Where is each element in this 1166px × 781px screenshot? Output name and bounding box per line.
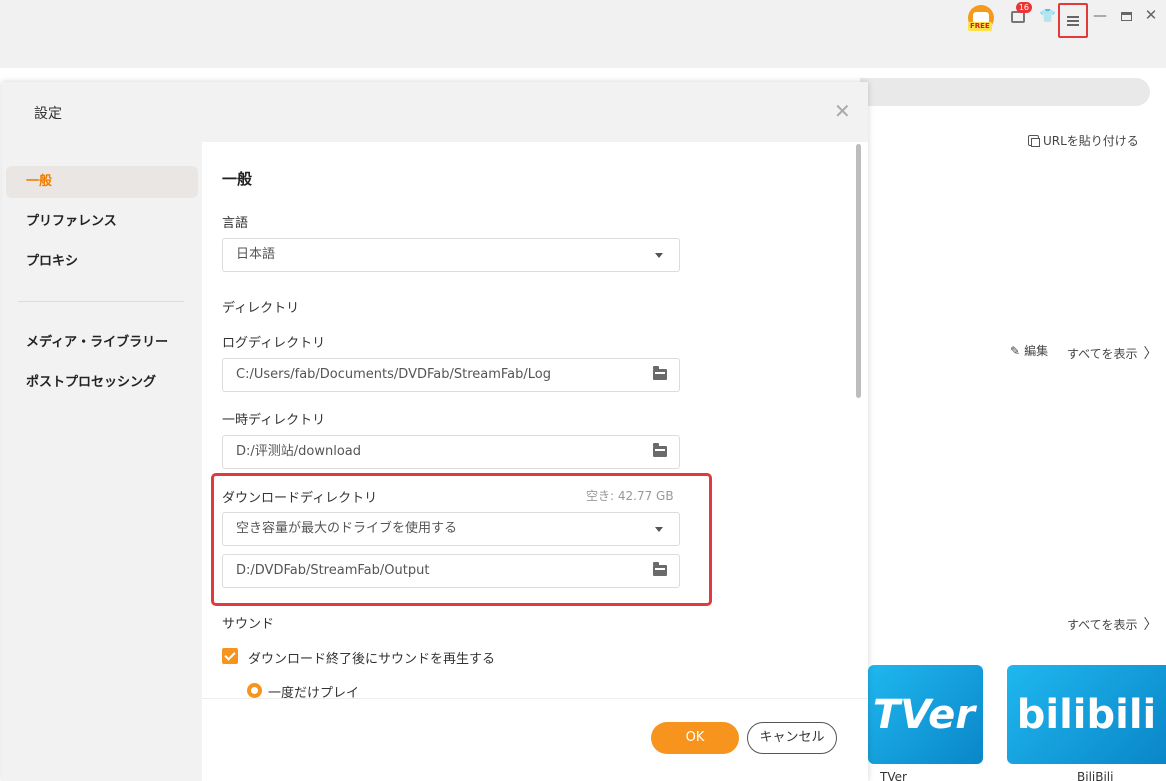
sound-checkbox[interactable] [222, 648, 238, 664]
settings-sidebar: 一般 プリファレンス プロキシ メディア・ライブラリー ポストプロセッシング [2, 142, 202, 781]
ok-button[interactable]: OK [651, 722, 739, 754]
bilibili-card[interactable]: bilibili [1007, 665, 1166, 764]
language-label: 言語 [222, 216, 249, 231]
close-icon[interactable]: ✕ [1142, 4, 1160, 26]
log-directory-value: C:/Users/fab/Documents/DVDFab/StreamFab/… [236, 367, 552, 382]
bilibili-card-label: BiliBili [1077, 770, 1114, 781]
directory-heading: ディレクトリ [222, 301, 300, 316]
cancel-button[interactable]: キャンセル [747, 722, 837, 754]
sound-heading: サウンド [222, 617, 275, 632]
dialog-header: 設定 ✕ [2, 82, 868, 142]
free-label: FREE [968, 22, 992, 31]
show-all-label: すべてを表示 [1067, 347, 1138, 361]
edit-label: 編集 [1024, 344, 1049, 358]
copy-icon [1028, 135, 1040, 147]
show-all-link-2[interactable]: すべてを表示〉 [1067, 614, 1157, 634]
dialog-close-icon[interactable]: ✕ [834, 100, 852, 122]
free-space-text: 空き: 42.77 GB [586, 489, 674, 503]
language-value: 日本語 [236, 247, 276, 262]
edit-button[interactable]: ✎ 編集 [1010, 342, 1048, 359]
log-directory-label: ログディレクトリ [222, 336, 326, 351]
bilibili-logo: bilibili [1016, 691, 1157, 738]
download-drive-value: 空き容量が最大のドライブを使用する [236, 521, 458, 536]
sound-checkbox-label: ダウンロード終了後にサウンドを再生する [248, 652, 496, 667]
settings-dialog: 設定 ✕ 一般 プリファレンス プロキシ メディア・ライブラリー ポストプロセッ… [2, 82, 868, 781]
general-heading: 一般 [222, 170, 253, 188]
tver-card[interactable]: TVer [868, 665, 983, 764]
language-select[interactable]: 日本語 [222, 238, 680, 272]
title-bar: FREE 16 👕 — ✕ [0, 0, 1166, 68]
sidebar-item-media-library[interactable]: メディア・ライブラリー [6, 327, 198, 359]
folder-icon[interactable] [653, 562, 667, 576]
temp-directory-field[interactable]: D:/评测站/download [222, 435, 680, 469]
sidebar-item-proxy[interactable]: プロキシ [6, 246, 198, 278]
download-drive-select[interactable]: 空き容量が最大のドライブを使用する [222, 512, 680, 546]
dropdown-arrow-icon [655, 527, 663, 532]
menu-icon[interactable] [1058, 3, 1088, 38]
minimize-icon[interactable]: — [1092, 6, 1108, 26]
folder-icon[interactable] [653, 366, 667, 380]
tver-logo: TVer [872, 691, 975, 738]
dropdown-arrow-icon [655, 253, 663, 258]
chevron-right-icon: 〉 [1143, 617, 1158, 633]
temp-directory-label: 一時ディレクトリ [222, 413, 326, 428]
sidebar-item-preferences[interactable]: プリファレンス [6, 206, 198, 238]
paste-url-button[interactable]: URLを貼り付ける [1028, 132, 1139, 149]
tver-card-label: TVer [880, 770, 907, 781]
log-directory-field[interactable]: C:/Users/fab/Documents/DVDFab/StreamFab/… [222, 358, 680, 392]
background-search-bar[interactable] [860, 78, 1150, 106]
chevron-right-icon: 〉 [1143, 346, 1158, 362]
gift-count-badge: 16 [1015, 2, 1032, 13]
sidebar-item-post-processing[interactable]: ポストプロセッシング [6, 367, 198, 399]
folder-icon[interactable] [653, 443, 667, 457]
maximize-icon[interactable] [1118, 6, 1134, 26]
play-once-radio[interactable] [247, 683, 262, 698]
download-directory-field[interactable]: D:/DVDFab/StreamFab/Output [222, 554, 680, 588]
content-scrollbar[interactable] [856, 144, 861, 398]
temp-directory-value: D:/评测站/download [236, 444, 362, 459]
free-badge-icon[interactable]: FREE [966, 4, 996, 32]
dialog-title: 設定 [34, 106, 62, 122]
download-directory-value: D:/DVDFab/StreamFab/Output [236, 563, 430, 578]
tshirt-icon[interactable]: 👕 [1038, 6, 1058, 26]
sidebar-item-general[interactable]: 一般 [6, 166, 198, 198]
download-directory-label: ダウンロードディレクトリ [222, 491, 378, 506]
show-all-label: すべてを表示 [1067, 618, 1138, 632]
show-all-link-1[interactable]: すべてを表示〉 [1067, 343, 1157, 363]
paste-url-label: URLを貼り付ける [1043, 134, 1139, 148]
gift-icon[interactable]: 16 [1006, 2, 1032, 28]
sidebar-divider [18, 301, 184, 302]
pencil-icon: ✎ [1010, 343, 1021, 358]
